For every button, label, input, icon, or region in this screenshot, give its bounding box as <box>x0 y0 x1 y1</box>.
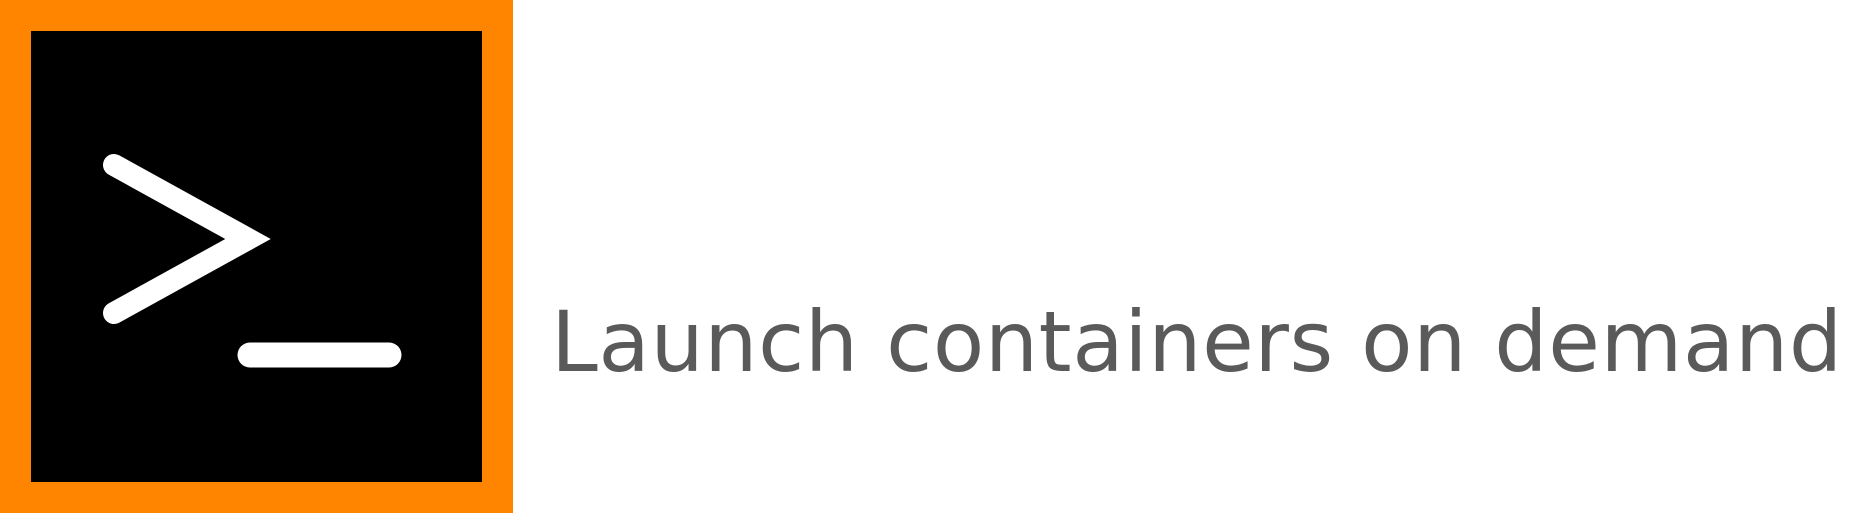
tagline: Launch containers on demand <box>551 293 1843 391</box>
terminal-prompt-icon <box>103 154 402 368</box>
prompt-chevron <box>103 154 271 324</box>
logo <box>0 0 513 513</box>
